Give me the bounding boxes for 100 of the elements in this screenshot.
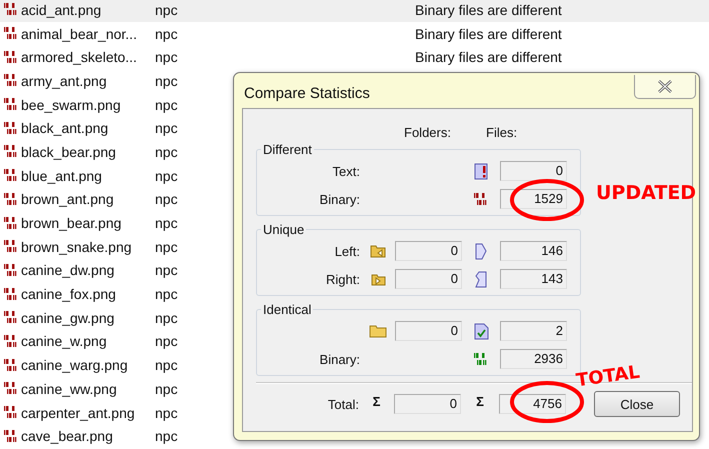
binary-file-icon [2,50,18,64]
count-field: 0 [500,161,567,181]
folder-name: npc [155,215,178,232]
file-name: carpenter_ant.png [21,404,136,421]
count-field: 2 [500,321,567,341]
folder-name: npc [155,26,178,42]
binary-file-icon [2,264,18,277]
total-label: Total: [328,396,359,412]
compare-result: Binary files are different [415,26,562,42]
file-name: blue_ant.png [21,168,103,184]
folder-name: npc [155,120,178,136]
row-label: Binary: [320,352,360,366]
group-title: Unique [262,222,306,237]
row-label: Text: [332,164,360,178]
binary-file-icon [2,3,18,16]
binary-file-icon [2,98,18,112]
file-row[interactable]: animal_bear_nor... npc Binary files are different [0,22,562,46]
sum-icon: Σ [372,394,380,408]
document-arrow-icon [475,270,487,288]
binary-file-icon [2,122,18,135]
folder-name: npc [155,49,178,66]
count-field: 0 [394,394,461,414]
binary-file-icon [2,145,18,158]
sum-icon: Σ [476,394,484,408]
file-name: canine_gw.png [21,310,116,326]
column-header: Folders: [404,124,451,140]
binary-file-icon [2,430,18,443]
binary-file-icon [2,192,18,206]
folder-name: npc [155,238,178,255]
annotation-text: UPDATED [596,182,696,204]
count-field: 0 [395,241,462,261]
file-name: brown_bear.png [21,215,122,232]
count-field: 1529 [500,189,567,209]
folder-icon [368,324,386,338]
compare-result: Binary files are different [415,2,562,18]
file-row[interactable]: armored_skeleto... npc Binary files are different [0,45,562,70]
document-arrow-icon [475,242,487,260]
file-name: canine_w.png [21,333,108,350]
count-field: 2936 [500,349,567,369]
file-name: armored_skeleto... [21,49,138,66]
count-field: 4756 [499,394,566,414]
count-field: 0 [395,269,462,289]
file-name: cave_bear.png [21,428,114,444]
folder-name: npc [155,357,178,374]
close-button[interactable]: Close [594,391,680,417]
folder-name: npc [155,168,178,184]
binary-file-icon [2,334,18,348]
file-name: canine_fox.png [21,286,117,302]
file-name: army_ant.png [21,72,108,89]
file-name: brown_ant.png [21,191,115,208]
binary-icon [473,352,489,366]
binary-file-icon [2,240,18,254]
file-name: animal_bear_nor... [21,26,138,42]
binary-file-icon [2,358,18,372]
folder-name: npc [155,144,178,160]
folder-name: npc [155,96,178,113]
binary-file-icon [2,74,18,88]
binary-file-icon [2,406,18,420]
close-icon [657,80,673,93]
close-button[interactable] [634,75,696,99]
folder-name: npc [155,310,178,326]
folder-name: npc [155,262,178,278]
folder-name: npc [155,428,178,444]
file-name: canine_ww.png [21,380,118,397]
binary-file-icon [2,169,18,182]
folder-name: npc [155,72,178,89]
group-title: Different [262,142,313,157]
folder-name: npc [155,380,178,397]
folder-arrow-icon [370,272,386,286]
file-row[interactable]: acid_ant.png npc Binary files are different [0,0,709,22]
file-name: black_ant.png [21,120,110,136]
binary-file-icon [2,311,18,324]
file-name: canine_warg.png [21,357,129,374]
file-row[interactable]: cave_bear.png npc [0,424,415,448]
folder-name: npc [155,191,178,208]
file-name: bee_swarm.png [21,96,122,113]
group-title: Identical [262,302,312,317]
count-field: 0 [395,321,462,341]
binary-file-icon [2,382,18,396]
annotation-text: TOTAL [574,362,642,392]
folder-name: npc [155,286,178,302]
file-name: acid_ant.png [21,2,102,18]
binary-file-icon [2,288,18,301]
binary-icon [473,192,489,206]
row-label: Right: [326,272,360,286]
column-header: Files: [486,124,518,140]
folder-arrow-icon [370,244,386,258]
binary-file-icon [2,216,18,230]
file-name: brown_snake.png [21,238,133,255]
folder-name: npc [155,333,178,350]
row-label: Left: [334,244,360,258]
folder-name: npc [155,404,178,421]
file-name: canine_dw.png [21,262,116,278]
file-name: black_bear.png [21,144,117,160]
count-field: 143 [500,269,567,289]
count-field: 146 [500,241,567,261]
dialog-title: Compare Statistics [244,85,370,102]
document-check-icon [474,322,488,340]
folder-name: npc [155,2,178,18]
binary-file-icon [2,27,18,40]
